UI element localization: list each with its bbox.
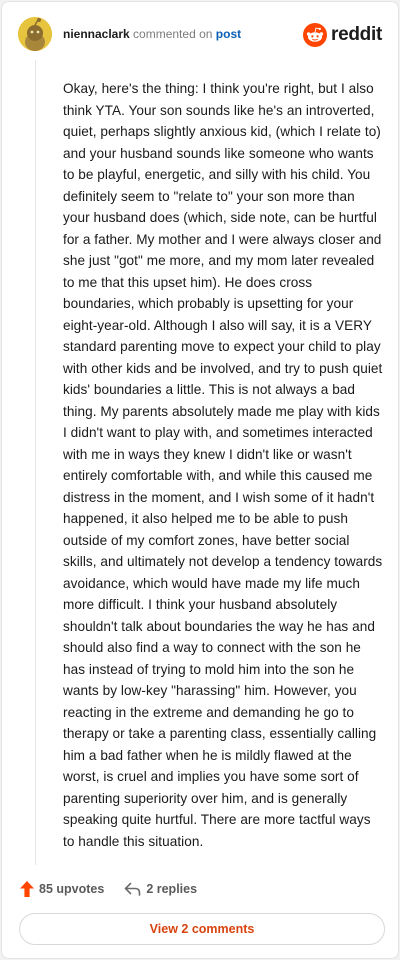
comment-body: Okay, here's the thing: I think you're r… bbox=[63, 81, 383, 849]
comment-header: niennaclark commented on post reddit bbox=[18, 17, 382, 53]
upvote-count: 85 upvotes bbox=[39, 882, 105, 896]
reddit-logo[interactable]: reddit bbox=[303, 22, 382, 48]
snoo-avatar-icon bbox=[18, 17, 52, 51]
user-avatar[interactable] bbox=[18, 17, 52, 51]
reply-arrow-icon bbox=[125, 882, 141, 896]
comment-meta: niennaclark commented on post bbox=[63, 27, 241, 41]
view-comments-label: View 2 comments bbox=[149, 922, 255, 936]
view-comments-button[interactable]: View 2 comments bbox=[19, 913, 385, 945]
thread-line[interactable] bbox=[35, 60, 36, 865]
reply-button[interactable]: 2 replies bbox=[124, 882, 197, 896]
upvote-button[interactable]: 85 upvotes bbox=[20, 881, 104, 897]
username[interactable]: niennaclark bbox=[63, 27, 130, 41]
comment-actions: 85 upvotes 2 replies bbox=[20, 879, 197, 899]
brand-wordmark: reddit bbox=[331, 24, 382, 45]
action-text: commented on bbox=[133, 27, 213, 41]
comment-card: niennaclark commented on post reddit Oka… bbox=[1, 1, 399, 959]
upvote-arrow-icon bbox=[20, 881, 34, 897]
reddit-snoo-icon bbox=[303, 23, 328, 47]
reply-count: 2 replies bbox=[146, 882, 198, 896]
post-link[interactable]: post bbox=[216, 27, 241, 41]
